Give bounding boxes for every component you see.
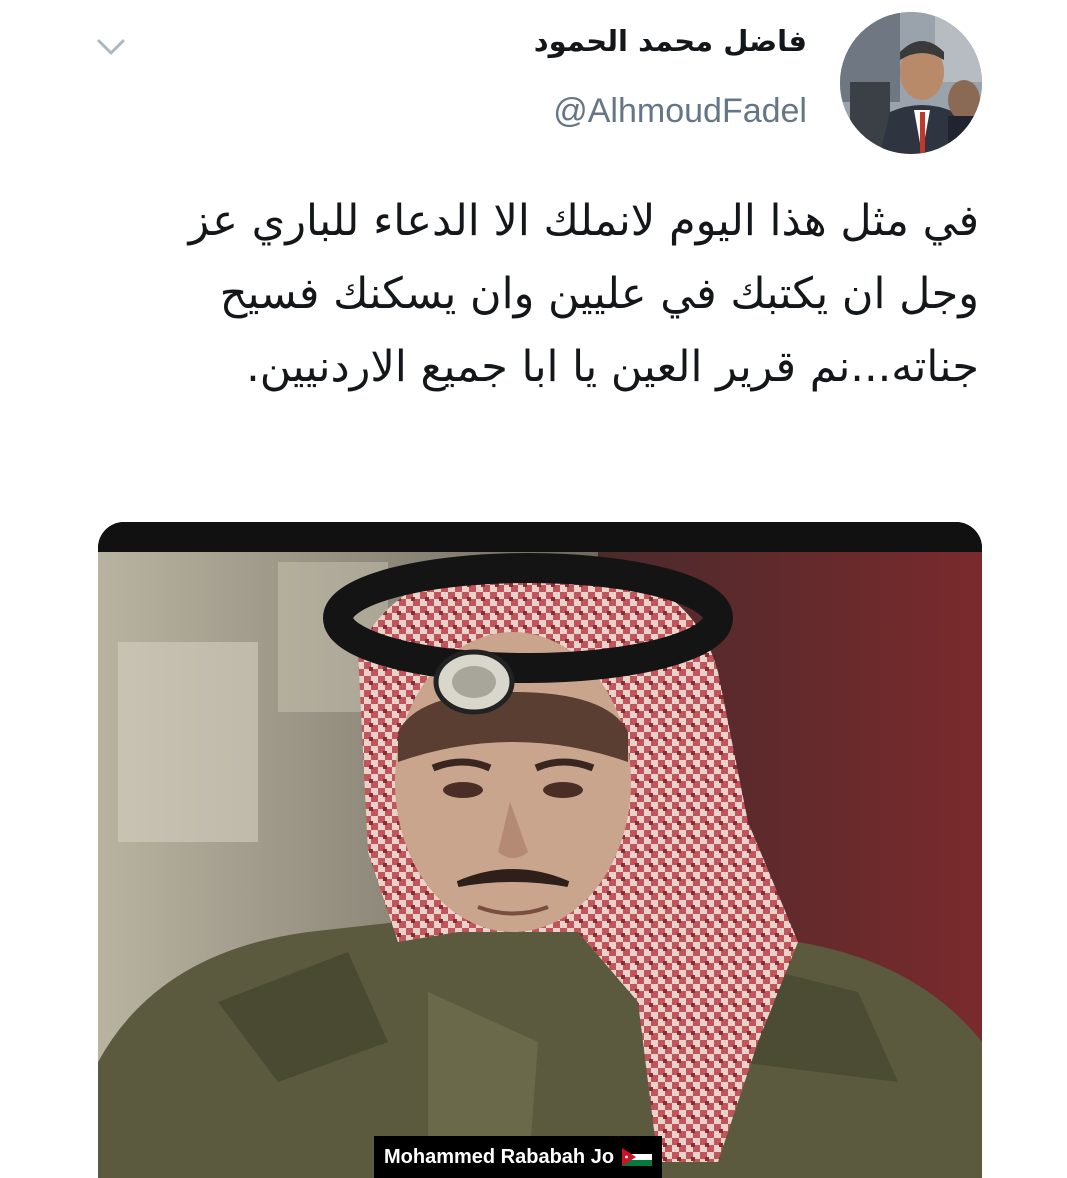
video-watermark: Mohammed Rababah Jo: [374, 1136, 663, 1178]
author-handle[interactable]: @AlhmoudFadel: [553, 92, 807, 131]
tweet-media-video[interactable]: Mohammed Rababah Jo: [98, 522, 982, 1178]
author-display-name[interactable]: فاضل محمد الحمود: [534, 24, 807, 58]
tweet-text: في مثل هذا اليوم لانملك الا الدعاء للبار…: [188, 196, 979, 392]
tweet-card: فاضل محمد الحمود @AlhmoudFadel في مثل هذ…: [0, 0, 1067, 1178]
jordan-flag-icon: [622, 1148, 653, 1166]
video-still-image: [98, 522, 982, 1178]
avatar[interactable]: [840, 12, 982, 154]
watermark-text: Mohammed Rababah Jo: [384, 1146, 615, 1168]
avatar-photo: [840, 12, 982, 154]
chevron-down-icon[interactable]: [94, 34, 128, 60]
